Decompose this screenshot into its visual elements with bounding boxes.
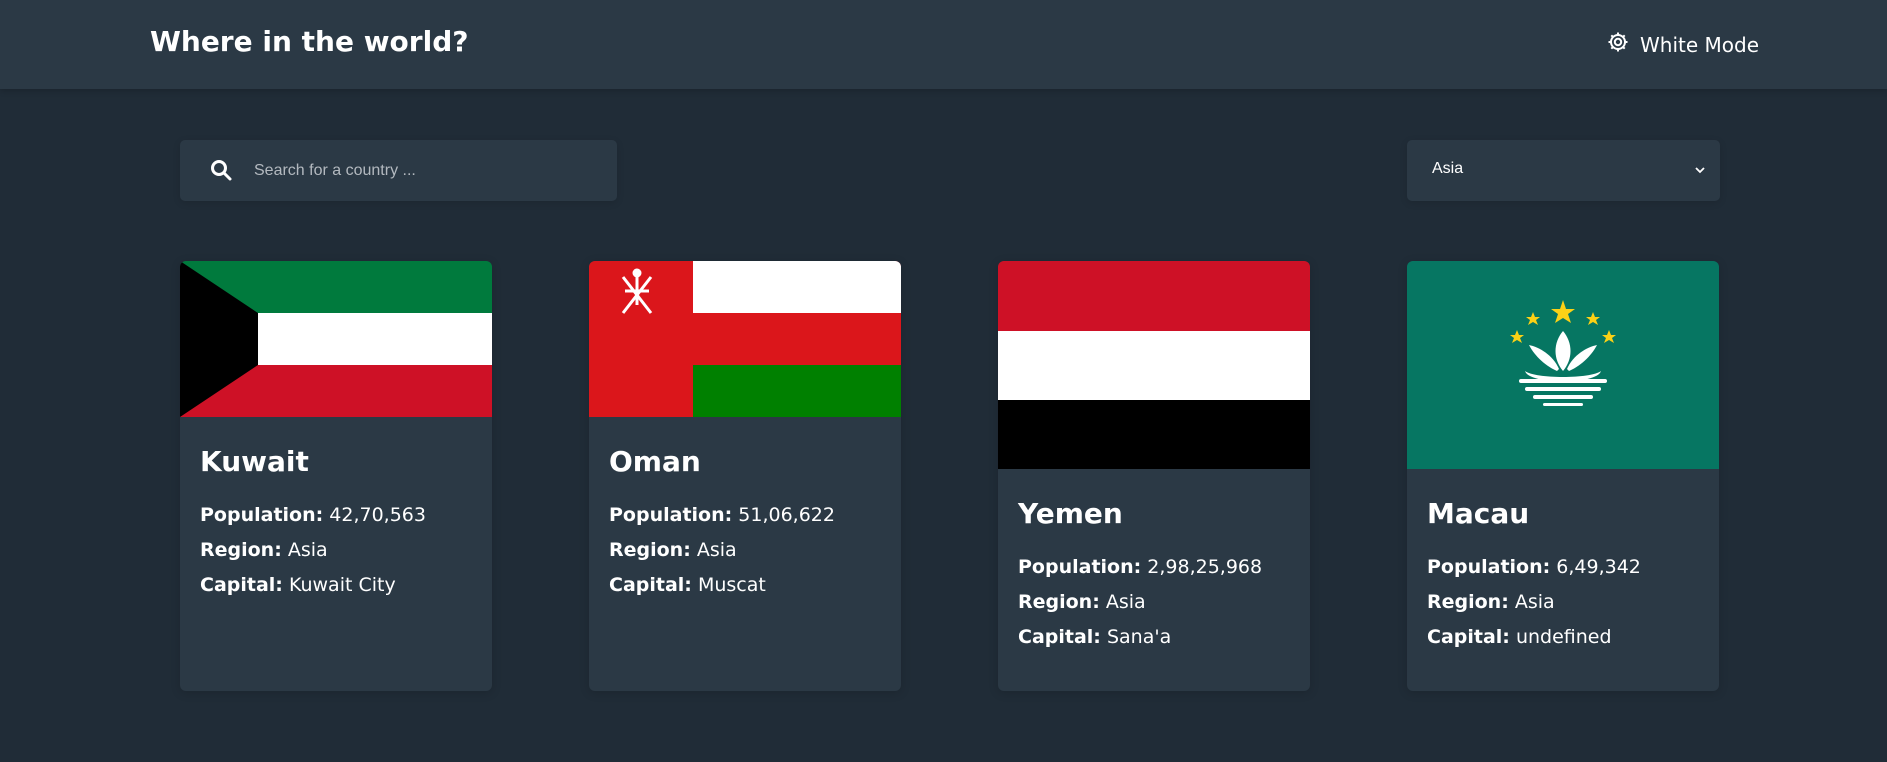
theme-toggle-label: White Mode [1640,32,1760,57]
country-card-kuwait[interactable]: Kuwait Population: 42,70,563 Region: Asi… [180,261,492,691]
population-label: Population: [1427,556,1551,578]
country-card-yemen[interactable]: Yemen Population: 2,98,25,968 Region: As… [998,261,1310,691]
yemen-flag-image [998,261,1310,469]
region-label: Region: [1018,591,1100,613]
search-input[interactable] [254,140,604,201]
macau-flag-image [1407,261,1719,469]
capital-value: Sana'a [1106,626,1172,648]
search-icon [209,158,233,182]
header: Where in the world? White Mode [0,0,1887,89]
capital-label: Capital: [1018,626,1101,648]
region-label: Region: [1427,591,1509,613]
page-title: Where in the world? [150,25,469,58]
capital-label: Capital: [200,574,283,596]
population-value: 6,49,342 [1556,556,1641,578]
region-value: Asia [1105,591,1146,613]
theme-toggle-button[interactable]: White Mode [1606,30,1759,59]
population-label: Population: [200,504,324,526]
region-filter-value: Asia [1432,160,1464,177]
gear-icon [1606,30,1630,59]
search-box [180,140,617,201]
capital-value: undefined [1515,626,1612,648]
region-value: Asia [287,539,328,561]
region-label: Region: [609,539,691,561]
population-value: 51,06,622 [738,504,835,526]
region-value: Asia [696,539,737,561]
country-name: Yemen [1018,497,1123,530]
kuwait-flag-image [180,261,492,417]
region-label: Region: [200,539,282,561]
country-card-macau[interactable]: Macau Population: 6,49,342 Region: Asia … [1407,261,1719,691]
oman-flag-image [589,261,901,417]
population-value: 2,98,25,968 [1147,556,1263,578]
country-name: Macau [1427,497,1530,530]
country-name: Kuwait [200,445,309,478]
capital-label: Capital: [609,574,692,596]
region-value: Asia [1514,591,1555,613]
population-label: Population: [609,504,733,526]
country-card-oman[interactable]: Oman Population: 51,06,622 Region: Asia … [589,261,901,691]
capital-value: Muscat [697,574,766,596]
capital-label: Capital: [1427,626,1510,648]
region-filter-select[interactable]: Asia [1407,140,1720,201]
capital-value: Kuwait City [288,574,396,596]
country-name: Oman [609,445,701,478]
population-value: 42,70,563 [329,504,426,526]
population-label: Population: [1018,556,1142,578]
